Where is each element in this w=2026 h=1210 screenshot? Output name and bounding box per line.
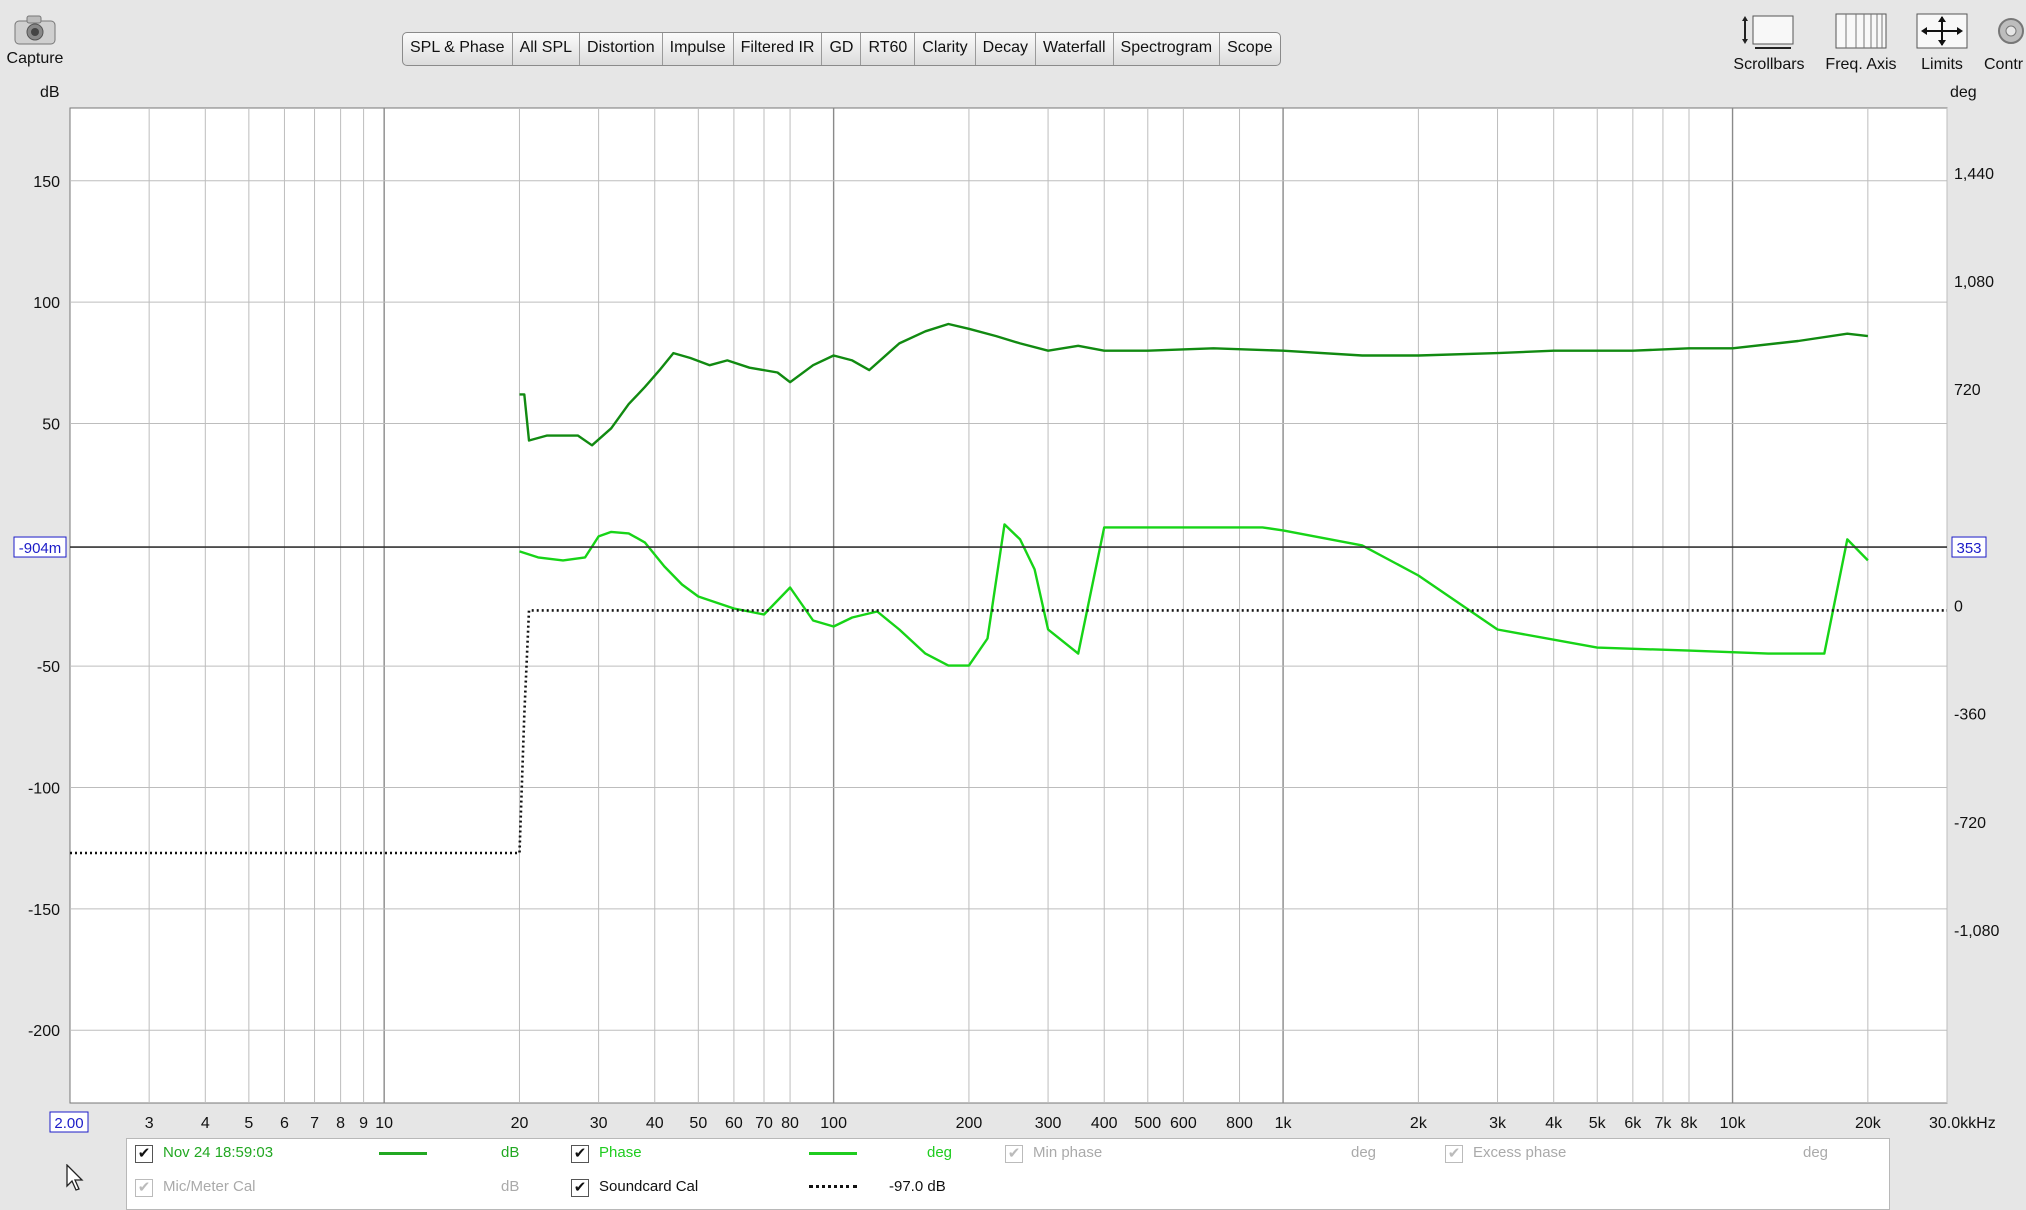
plot-area [69,107,1948,1104]
x-tick-label: 9 [359,1115,368,1132]
y-tick-label: 50 [42,416,60,433]
y-tick-label: -50 [37,659,60,676]
x-tick-label: 60 [725,1115,743,1132]
x-ticks: 2.00 3 4 5 6 7 8 9 10 20 30 40 50 60 70 80 100 200 300 400 5… [49,1111,1996,1133]
x-tick-label: 100 [820,1115,847,1132]
x-tick-label: 8 [336,1115,345,1132]
y-tick-label: 150 [33,174,60,191]
legend-label-mic-cal: Mic/Meter Cal [163,1178,256,1195]
legend-label-measurement: Nov 24 18:59:03 [163,1144,274,1161]
legend-panel: ✔ Nov 24 18:59:03 dB ✔ Phase deg ✔ Min p… [126,1138,1890,1210]
legend-unit-measurement: dB [501,1144,520,1161]
legend-swatch-measurement [379,1152,427,1155]
x-tick-label: 40 [646,1115,664,1132]
x-tick-label: 800 [1226,1115,1253,1132]
x-tick-label: 1k [1275,1115,1293,1132]
x-tick-label: 7 [310,1115,319,1132]
legend-label-phase: Phase [599,1144,642,1161]
soundcard-cal-checkbox[interactable]: ✔ [571,1179,589,1197]
x-tick-label: 200 [956,1115,983,1132]
legend-swatch-phase [809,1152,857,1155]
y2-tick-label: 1,080 [1954,274,1994,291]
x-tick-label: 10k [1720,1115,1747,1132]
x-tick-label: 3k [1489,1115,1507,1132]
x-tick-label: 5k [1589,1115,1607,1132]
y2-tick-label: 1,440 [1954,166,1994,183]
y-ticks-left: 150 100 50 -50 -100 -150 -200 [28,174,60,1040]
min-phase-checkbox[interactable]: ✔ [1005,1145,1023,1163]
x-tick-label: 80 [781,1115,799,1132]
legend-unit-phase: deg [927,1144,953,1161]
y2-tick-label: -360 [1954,707,1986,724]
x-tick-label: 300 [1035,1115,1062,1132]
x-tick-label: 6k [1624,1115,1642,1132]
legend-unit-excess-phase: deg [1803,1144,1829,1161]
x-tick-label: 20k [1855,1115,1882,1132]
y-tick-label: 100 [33,295,60,312]
spl-phase-chart[interactable]: -904m 353 15010050-50-100-150-200 1,4401,… [0,0,2026,1136]
x-tick-label: 3 [145,1115,154,1132]
mouse-cursor-icon [66,1164,84,1191]
y-tick-label: -150 [28,902,60,919]
y2-tick-label: 0 [1954,599,1963,616]
legend-unit-min-phase: deg [1351,1144,1377,1161]
x-tick-label: 6 [280,1115,289,1132]
x-tick-label: 8k [1681,1115,1699,1132]
x-tick-label: 2k [1410,1115,1428,1132]
y-tick-label: -200 [28,1023,60,1040]
y2-tick-label: -720 [1954,815,1986,832]
x-tick-label: 400 [1091,1115,1118,1132]
legend-swatch-soundcard-cal [809,1185,857,1188]
x-start-badge: 2.00 [49,1111,89,1133]
cursor-left-value: -904m [19,540,62,557]
cursor-left-badge: -904m [13,536,67,558]
legend-value-soundcard-cal: -97.0 dB [889,1178,946,1195]
x-tick-label: 4k [1545,1115,1563,1132]
x-tick-label: 20 [511,1115,529,1132]
x-tick-label: 10 [375,1115,393,1132]
x-tick-label: 30 [590,1115,608,1132]
x-tick-label: 50 [689,1115,707,1132]
excess-phase-checkbox[interactable]: ✔ [1445,1145,1463,1163]
phase-checkbox[interactable]: ✔ [571,1145,589,1163]
x-tick-label: 30.0kkHz [1929,1115,1996,1132]
x-tick-label: 5 [244,1115,253,1132]
x-tick-label: 4 [201,1115,210,1132]
x-tick-label: 500 [1134,1115,1161,1132]
legend-label-excess-phase: Excess phase [1473,1144,1567,1161]
legend-label-soundcard-cal: Soundcard Cal [599,1178,699,1195]
x-tick-label: 70 [755,1115,773,1132]
mic-cal-checkbox[interactable]: ✔ [135,1179,153,1197]
y-tick-label: -100 [28,781,60,798]
cursor-right-badge: 353 [1951,536,1987,558]
x-start-value: 2.00 [54,1115,83,1132]
measurement-checkbox[interactable]: ✔ [135,1145,153,1163]
x-tick-label: 600 [1170,1115,1197,1132]
y2-tick-label: -1,080 [1954,923,1999,940]
y2-tick-label: 720 [1954,382,1981,399]
cursor-right-value: 353 [1956,540,1981,557]
x-tick-label: 7k [1654,1115,1672,1132]
legend-label-min-phase: Min phase [1033,1144,1103,1161]
legend-unit-mic-cal: dB [501,1178,520,1195]
